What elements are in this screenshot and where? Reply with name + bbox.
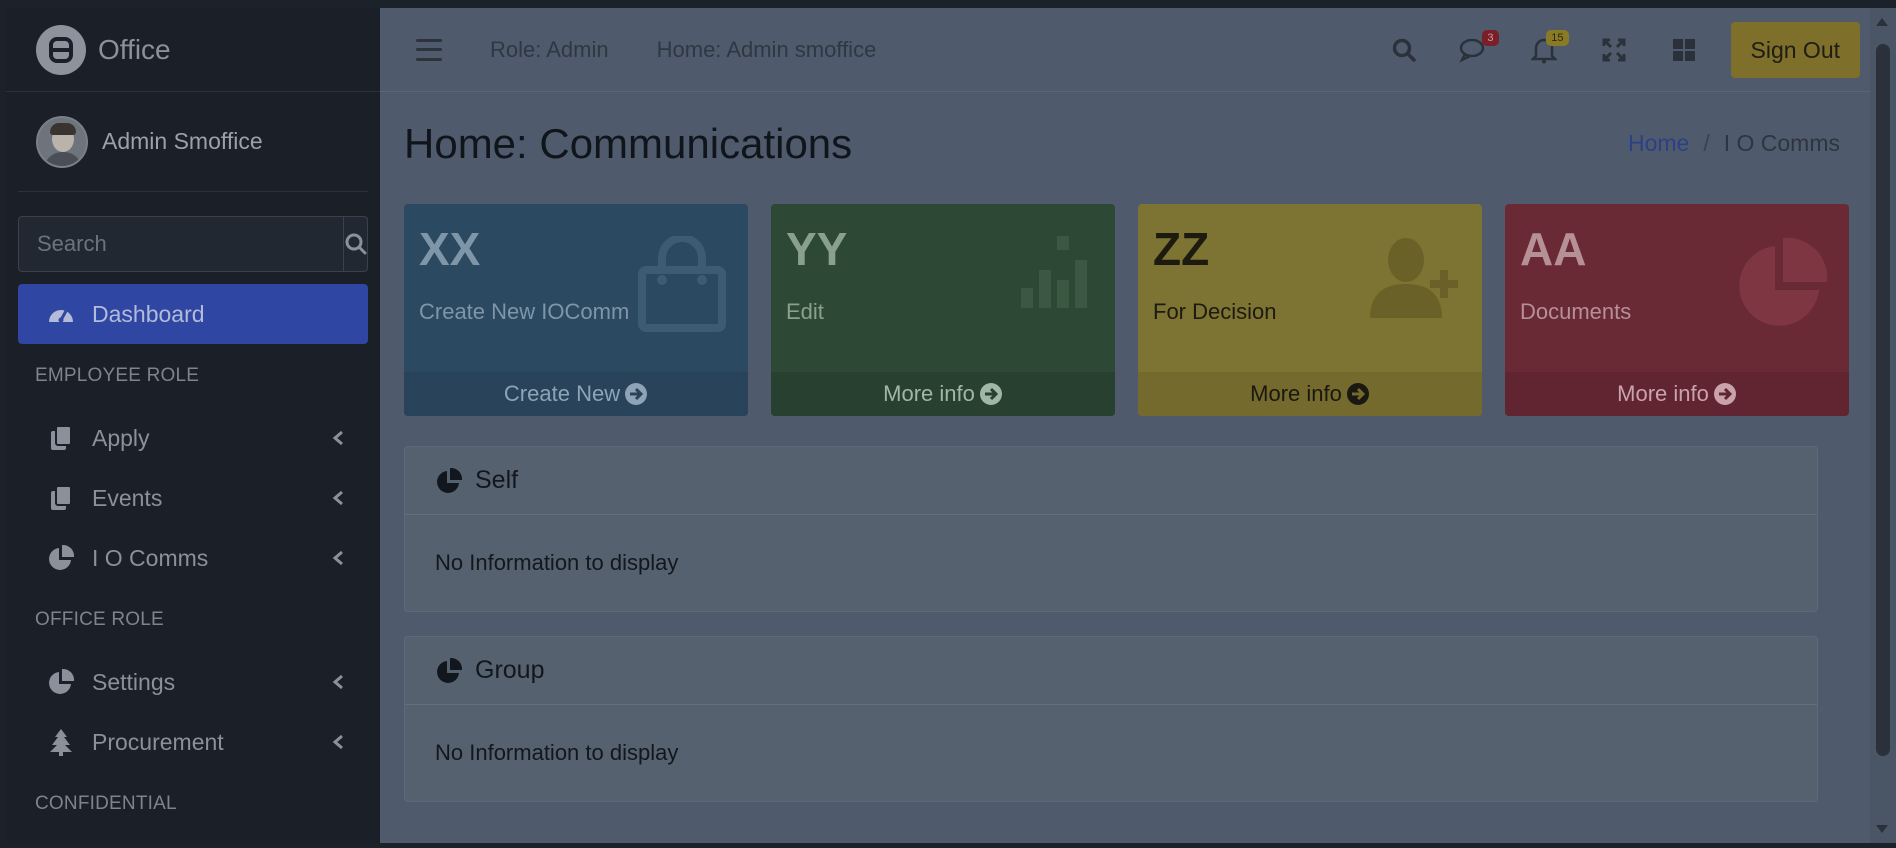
- sidebar-search-input[interactable]: [19, 217, 343, 271]
- small-box-create-new: XX Create New IOComm Create New: [404, 204, 748, 416]
- apps-button[interactable]: [1649, 8, 1719, 92]
- sidebar-item-label: Dashboard: [92, 300, 205, 327]
- small-box-footer-link[interactable]: More info: [1138, 372, 1482, 416]
- bar-chart-icon: [1021, 236, 1087, 308]
- search-icon: [345, 233, 367, 255]
- sidebar-item-settings[interactable]: Settings: [18, 652, 368, 712]
- user-panel[interactable]: Admin Smoffice: [18, 92, 368, 192]
- sign-out-button[interactable]: Sign Out: [1730, 22, 1860, 78]
- breadcrumb-separator: /: [1703, 130, 1710, 156]
- pie-chart-icon: [46, 543, 76, 573]
- scroll-up-arrow-icon[interactable]: [1876, 18, 1888, 26]
- card-title: Group: [475, 656, 545, 684]
- notifications-badge: 15: [1546, 30, 1569, 46]
- arrow-circle-right-icon: [1346, 383, 1369, 405]
- copy-icon: [46, 483, 76, 513]
- chevron-left-icon: [332, 490, 343, 506]
- user-name[interactable]: Admin Smoffice: [102, 128, 263, 155]
- small-box-footer-link[interactable]: Create New: [404, 372, 748, 416]
- sidebar-item-apply[interactable]: Apply: [18, 408, 368, 468]
- sidebar-item-label: Apply: [92, 424, 150, 451]
- arrow-circle-right-icon: [625, 383, 648, 405]
- home-link[interactable]: Home: Admin smoffice: [657, 37, 877, 63]
- pie-chart-icon: [435, 657, 463, 685]
- card-header: Group: [405, 637, 1817, 705]
- navbar-search-button[interactable]: [1369, 8, 1439, 92]
- sidebar: Office Admin Smoffice Dashboard EMPLOYEE…: [6, 8, 380, 843]
- arrow-circle-right-icon: [1713, 383, 1736, 405]
- sidebar-search: [18, 216, 368, 272]
- content-header: Home: Communications Home / I O Comms: [380, 92, 1870, 204]
- small-box-footer-link[interactable]: More info: [771, 372, 1115, 416]
- scrollbar-thumb[interactable]: [1876, 44, 1890, 756]
- copy-icon: [46, 423, 76, 453]
- page-scrollbar[interactable]: [1870, 8, 1896, 843]
- notifications-button[interactable]: 15: [1509, 8, 1579, 92]
- card-title: Self: [475, 466, 519, 494]
- search-icon: [1392, 38, 1416, 62]
- sidebar-item-label: Events: [92, 484, 163, 511]
- breadcrumb-home-link[interactable]: Home: [1628, 130, 1689, 157]
- arrow-circle-right-icon: [979, 383, 1002, 405]
- sidebar-item-label: Procurement: [92, 728, 224, 755]
- shopping-bag-icon: [638, 236, 726, 332]
- chevron-left-icon: [332, 550, 343, 566]
- sidebar-item-dashboard[interactable]: Dashboard: [18, 284, 368, 344]
- card-body: No Information to display: [435, 740, 679, 765]
- small-box-footer-link[interactable]: More info: [1505, 372, 1849, 416]
- scroll-down-arrow-icon[interactable]: [1876, 825, 1888, 833]
- fullscreen-button[interactable]: [1579, 8, 1649, 92]
- expand-icon: [1602, 38, 1625, 62]
- nav-header-employee-role: EMPLOYEE ROLE: [35, 365, 200, 386]
- navbar-right: 3 15 Sign Out: [1369, 8, 1871, 92]
- main-content: Role: Admin Home: Admin smoffice 3 15 Si…: [380, 8, 1870, 843]
- top-navbar: Role: Admin Home: Admin smoffice 3 15 Si…: [380, 8, 1870, 92]
- office-logo-icon: [36, 24, 86, 75]
- sidebar-search-button[interactable]: [343, 217, 368, 271]
- small-box-edit: YY Edit More info: [771, 204, 1115, 416]
- sidebar-item-io-comms[interactable]: I O Comms: [18, 528, 368, 588]
- avatar: [36, 115, 88, 168]
- card-body: No Information to display: [435, 550, 679, 575]
- small-box-footer-label: More info: [1617, 381, 1709, 406]
- small-boxes: XX Create New IOComm Create New YY Edit …: [380, 204, 1870, 416]
- small-box-footer-label: Create New: [503, 381, 621, 406]
- menu-toggle-icon[interactable]: [416, 38, 442, 61]
- dashboard-icon: [46, 299, 76, 329]
- sidebar-item-label: I O Comms: [92, 544, 209, 571]
- messages-badge: 3: [1482, 30, 1499, 46]
- pie-chart-icon: [1739, 237, 1828, 326]
- small-box-for-decision: ZZ For Decision More info: [1138, 204, 1482, 416]
- nav-header-office-role: OFFICE ROLE: [35, 609, 164, 630]
- chevron-left-icon: [332, 734, 343, 750]
- card-group: Group No Information to display: [404, 636, 1818, 802]
- card-header: Self: [405, 447, 1817, 515]
- chevron-left-icon: [332, 674, 343, 690]
- small-box-documents: AA Documents More info: [1505, 204, 1849, 416]
- card-self: Self No Information to display: [404, 446, 1818, 612]
- nav-header-confidential: CONFIDENTIAL: [35, 793, 177, 814]
- sidebar-item-procurement[interactable]: Procurement: [18, 712, 368, 772]
- breadcrumb: Home / I O Comms: [1628, 130, 1840, 157]
- chevron-left-icon: [332, 430, 343, 446]
- brand-link[interactable]: Office: [6, 8, 380, 92]
- small-box-footer-label: More info: [883, 381, 975, 406]
- page-title: Home: Communications: [404, 120, 853, 167]
- grid-icon: [1672, 39, 1695, 61]
- breadcrumb-current: I O Comms: [1723, 130, 1840, 156]
- tree-icon: [46, 727, 76, 757]
- small-box-footer-label: More info: [1250, 381, 1342, 406]
- user-plus-icon: [1370, 238, 1458, 318]
- sidebar-item-label: Settings: [92, 668, 176, 695]
- sidebar-item-events[interactable]: Events: [18, 468, 368, 528]
- pie-chart-icon: [435, 467, 463, 495]
- brand-text: Office: [98, 33, 171, 65]
- role-link[interactable]: Role: Admin: [490, 37, 609, 63]
- messages-button[interactable]: 3: [1439, 8, 1509, 92]
- pie-chart-icon: [46, 667, 76, 697]
